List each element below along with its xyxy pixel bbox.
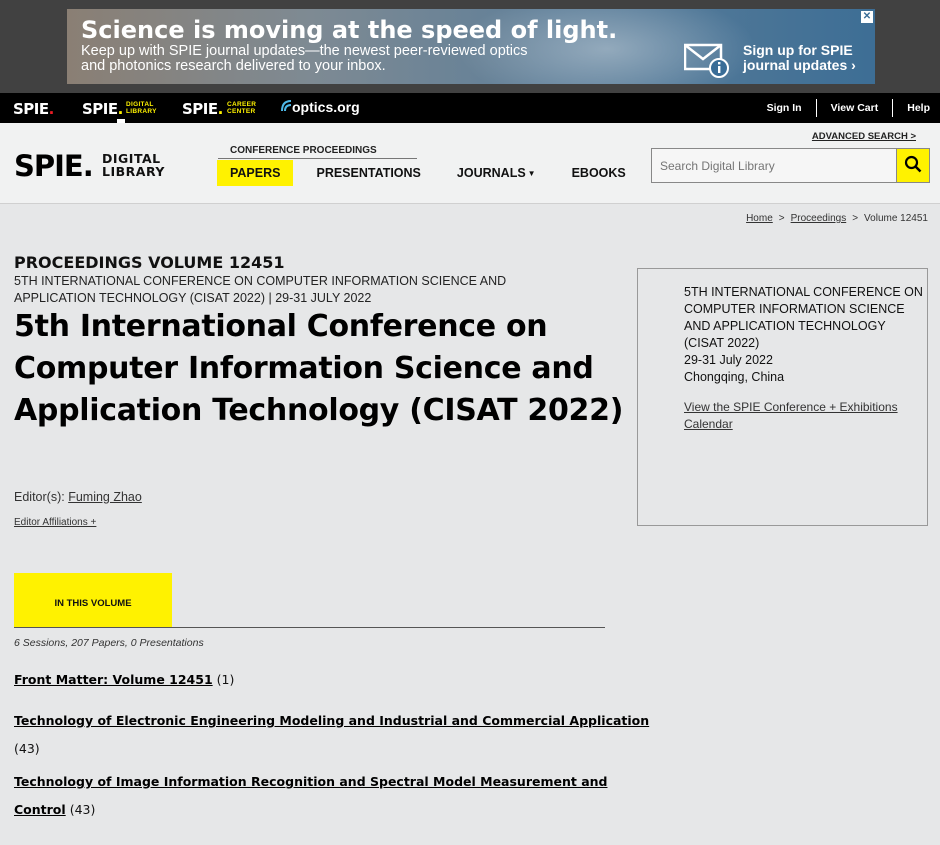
brand-name: SPIE xyxy=(13,100,49,118)
ad-headline: Science is moving at the speed of light. xyxy=(81,16,618,44)
brand-dot: . xyxy=(48,100,55,118)
nav-journals-label: JOURNALS xyxy=(456,166,526,180)
help-link[interactable]: Help xyxy=(892,99,930,117)
editor-affiliations-toggle[interactable]: Editor Affiliations + xyxy=(14,517,96,528)
spie-career-center-link[interactable]: SPIE. xyxy=(182,100,223,118)
spie-logo[interactable]: SPIE. xyxy=(14,149,94,183)
session-count: (43) xyxy=(14,741,40,756)
advanced-search-link[interactable]: ADVANCED SEARCH > xyxy=(812,131,916,142)
breadcrumb-current: Volume 12451 xyxy=(864,213,928,224)
site-header: SPIE. DIGITAL LIBRARY CONFERENCE PROCEED… xyxy=(0,123,940,204)
tab-in-this-volume[interactable]: IN THIS VOLUME xyxy=(14,573,172,627)
logo-sublabel: DIGITAL LIBRARY xyxy=(102,152,165,178)
ad-banner-area: Science is moving at the speed of light.… xyxy=(0,0,940,93)
tab-divider xyxy=(14,627,605,628)
breadcrumb-separator: > xyxy=(778,213,785,224)
brand-name: SPIE xyxy=(182,100,218,118)
mail-info-icon xyxy=(683,42,730,83)
conference-subtitle: 5TH INTERNATIONAL CONFERENCE ON COMPUTER… xyxy=(14,274,507,305)
logo-text: SPIE xyxy=(14,149,84,183)
conference-proceedings-label: CONFERENCE PROCEEDINGS xyxy=(230,145,377,156)
optics-org-link[interactable]: optics.org xyxy=(280,99,360,116)
chevron-down-icon: ▼ xyxy=(527,169,536,178)
sublabel-line: LIBRARY xyxy=(126,107,157,115)
session-count: (1) xyxy=(216,672,235,687)
breadcrumb-separator: > xyxy=(852,213,859,224)
logo-dot: . xyxy=(82,149,94,183)
conference-location: Chongqing, China xyxy=(684,370,785,384)
logo-sublabel-line: LIBRARY xyxy=(102,164,165,179)
breadcrumb: Home > Proceedings > Volume 12451 xyxy=(746,213,928,224)
brand-dot: . xyxy=(217,100,224,118)
session-item: Front Matter: Volume 12451 (1) xyxy=(14,666,654,694)
spie-digital-library-link[interactable]: SPIE. xyxy=(82,100,123,118)
search-bar xyxy=(651,148,930,183)
conference-dates: 29-31 July 2022 xyxy=(684,353,773,367)
close-icon[interactable]: ✕ xyxy=(861,11,873,23)
conference-info-box: 5TH INTERNATIONAL CONFERENCE ON COMPUTER… xyxy=(637,268,928,526)
session-count: (43) xyxy=(69,802,96,817)
editors-line: Editor(s): Fuming Zhao xyxy=(14,490,142,504)
breadcrumb-proceedings[interactable]: Proceedings xyxy=(791,213,847,224)
view-cart-link[interactable]: View Cart xyxy=(815,99,893,117)
session-item: Technology of Image Information Recognit… xyxy=(14,768,614,824)
top-nav-bar: SPIE. SPIE. DIGITAL LIBRARY SPIE. CAREER… xyxy=(0,93,940,123)
account-links: Sign In View Cart Help xyxy=(753,93,930,123)
sublabel-line: CENTER xyxy=(227,107,256,115)
volume-counts: 6 Sessions, 207 Papers, 0 Presentations xyxy=(14,637,204,649)
ad-subtext: Keep up with SPIE journal updates—the ne… xyxy=(81,43,528,74)
conference-name: 5TH INTERNATIONAL CONFERENCE ON COMPUTER… xyxy=(684,285,923,350)
brand-name: SPIE xyxy=(82,100,118,118)
conference-info: 5TH INTERNATIONAL CONFERENCE ON COMPUTER… xyxy=(684,284,928,386)
ad-banner[interactable]: Science is moving at the speed of light.… xyxy=(67,9,875,84)
optics-org-label: optics.org xyxy=(292,99,360,115)
proceedings-volume: PROCEEDINGS VOLUME 12451 xyxy=(14,253,285,272)
spie-home-link[interactable]: SPIE. xyxy=(13,100,54,118)
session-link[interactable]: Front Matter: Volume 12451 xyxy=(14,672,213,687)
search-button[interactable] xyxy=(896,148,930,183)
session-link[interactable]: Technology of Electronic Engineering Mod… xyxy=(14,713,649,728)
optics-wave-icon xyxy=(280,99,292,116)
editors-label: Editor(s): xyxy=(14,490,65,504)
editor-link[interactable]: Fuming Zhao xyxy=(68,490,142,504)
session-link[interactable]: Technology of Image Information Recognit… xyxy=(14,774,607,817)
brand-dot: . xyxy=(117,100,124,118)
nav-ebooks[interactable]: EBOOKS xyxy=(559,160,639,186)
search-input[interactable] xyxy=(651,148,896,183)
breadcrumb-home[interactable]: Home xyxy=(746,213,773,224)
nav-papers[interactable]: PAPERS xyxy=(217,160,294,186)
digital-library-sublabel: DIGITAL LIBRARY xyxy=(126,101,157,115)
session-item: Technology of Electronic Engineering Mod… xyxy=(14,707,654,763)
page-title: 5th International Conference on Computer… xyxy=(14,309,624,428)
sign-in-link[interactable]: Sign In xyxy=(753,99,816,117)
nav-presentations[interactable]: PRESENTATIONS xyxy=(303,160,433,186)
nav-journals[interactable]: JOURNALS ▼ xyxy=(444,160,549,186)
career-center-sublabel: CAREER CENTER xyxy=(227,101,256,115)
calendar-link[interactable]: View the SPIE Conference + Exhibitions C… xyxy=(684,399,904,433)
conference-divider xyxy=(218,158,417,159)
ad-signup-link[interactable]: Sign up for SPIE journal updates › xyxy=(743,43,868,73)
search-icon xyxy=(904,155,922,176)
main-nav: PAPERS PRESENTATIONS JOURNALS ▼ EBOOKS xyxy=(217,160,649,186)
